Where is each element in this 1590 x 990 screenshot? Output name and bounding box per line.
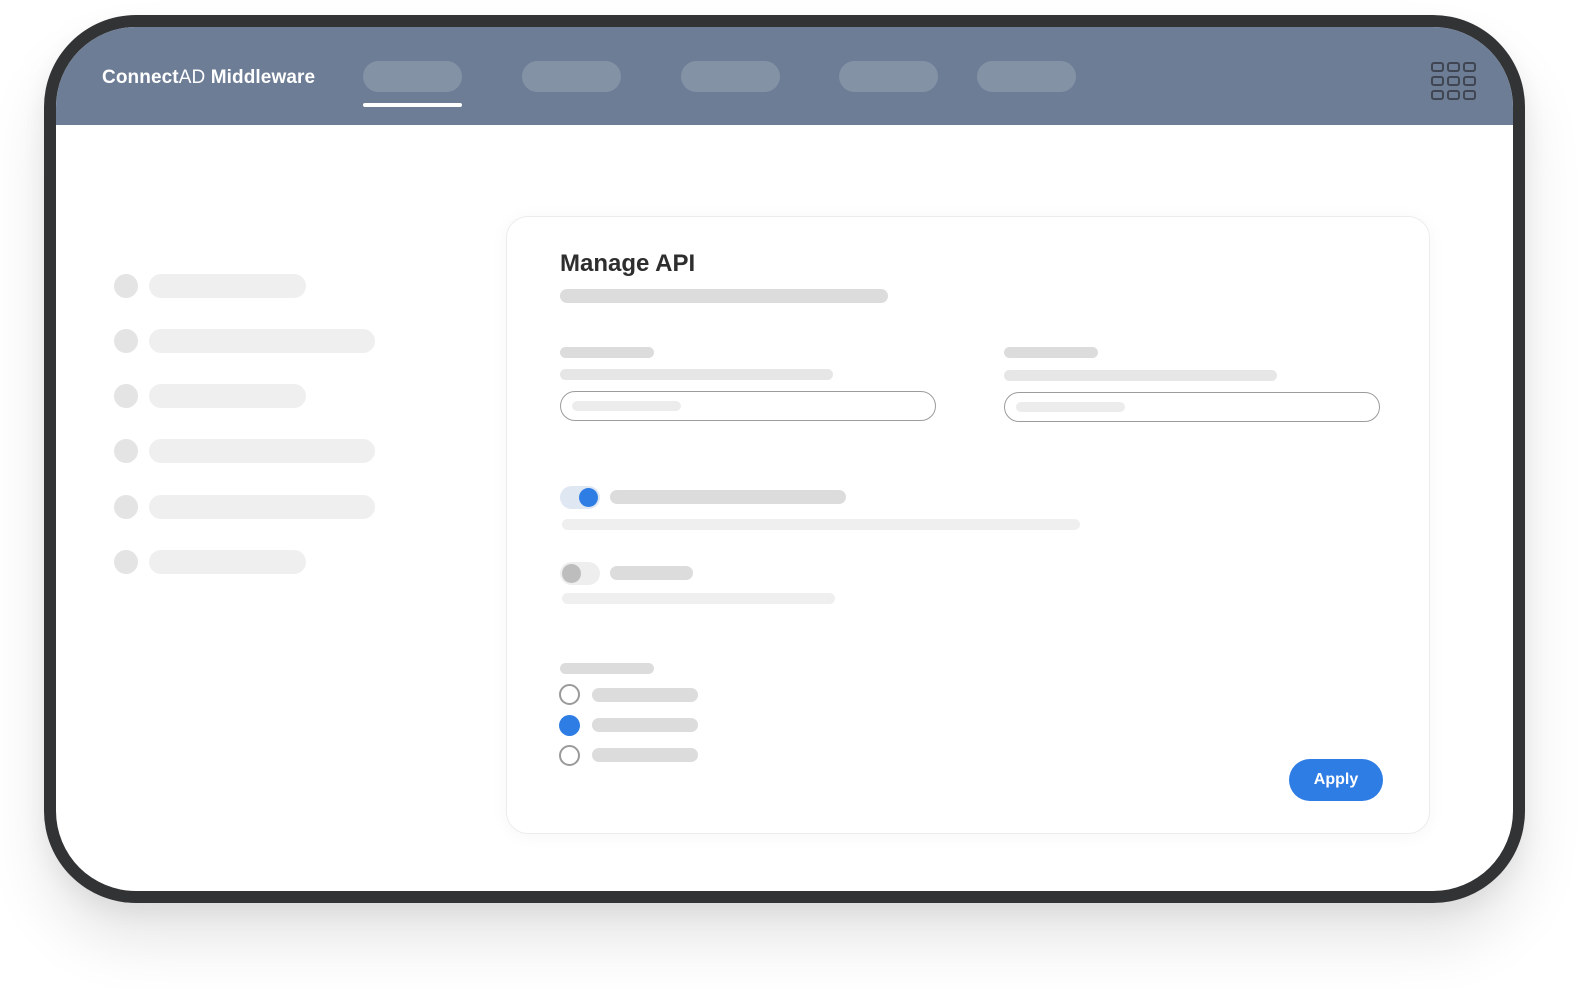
nav-tab-1[interactable] xyxy=(363,61,462,92)
field-1-placeholder xyxy=(572,401,681,411)
toggle-knob xyxy=(562,564,581,583)
toggle-switch-2[interactable] xyxy=(560,562,600,585)
field-2-input[interactable] xyxy=(1004,392,1380,422)
sidebar-item-icon xyxy=(114,550,138,574)
nav-tab-2[interactable] xyxy=(522,61,621,92)
sidebar-item-icon xyxy=(114,495,138,519)
toggle-switch-1[interactable] xyxy=(560,486,600,509)
manage-api-card: Manage API Apply xyxy=(506,216,1430,834)
apply-button[interactable]: Apply xyxy=(1289,759,1383,801)
nav-tab-4[interactable] xyxy=(839,61,938,92)
field-2-placeholder xyxy=(1016,402,1125,412)
toggle-2-description xyxy=(562,593,835,604)
sidebar-item-icon xyxy=(114,439,138,463)
sidebar-item-icon xyxy=(114,274,138,298)
sidebar-item-label xyxy=(149,550,306,574)
toggle-1-label xyxy=(610,490,846,504)
field-1-input[interactable] xyxy=(560,391,936,421)
sidebar-item-label xyxy=(149,329,375,353)
sidebar-item-label xyxy=(149,495,375,519)
active-tab-indicator xyxy=(363,103,462,107)
nav-tab-3[interactable] xyxy=(681,61,780,92)
field-2-label xyxy=(1004,347,1098,358)
radio-option-1[interactable] xyxy=(559,684,580,705)
sidebar-item-label xyxy=(149,384,306,408)
top-nav-bar: ConnectAD Middleware xyxy=(56,27,1513,125)
sidebar-item-label xyxy=(149,274,306,298)
toggle-1-description xyxy=(562,519,1080,530)
sidebar-item-icon xyxy=(114,384,138,408)
radio-option-1-label xyxy=(592,688,698,702)
device-frame: ConnectAD Middleware Manage API Apply xyxy=(44,15,1525,903)
card-subtitle-placeholder xyxy=(560,289,888,303)
app-screen: ConnectAD Middleware Manage API Apply xyxy=(56,27,1513,891)
field-1-help xyxy=(560,369,833,380)
radio-group-label xyxy=(560,663,654,674)
radio-option-2-label xyxy=(592,718,698,732)
field-1-label xyxy=(560,347,654,358)
app-brand: ConnectAD Middleware xyxy=(102,67,315,89)
radio-option-2[interactable] xyxy=(559,715,580,736)
toggle-2-label xyxy=(610,566,693,580)
sidebar-item-label xyxy=(149,439,375,463)
toggle-knob xyxy=(579,488,598,507)
brand-light: AD xyxy=(178,67,206,88)
radio-option-3[interactable] xyxy=(559,745,580,766)
nav-tab-5[interactable] xyxy=(977,61,1076,92)
grid-icon[interactable] xyxy=(1431,62,1477,100)
field-2-help xyxy=(1004,370,1277,381)
brand-bold: Connect xyxy=(102,67,179,88)
brand-rest: Middleware xyxy=(205,67,316,88)
radio-option-3-label xyxy=(592,748,698,762)
sidebar-item-icon xyxy=(114,329,138,353)
card-title: Manage API xyxy=(560,250,696,277)
